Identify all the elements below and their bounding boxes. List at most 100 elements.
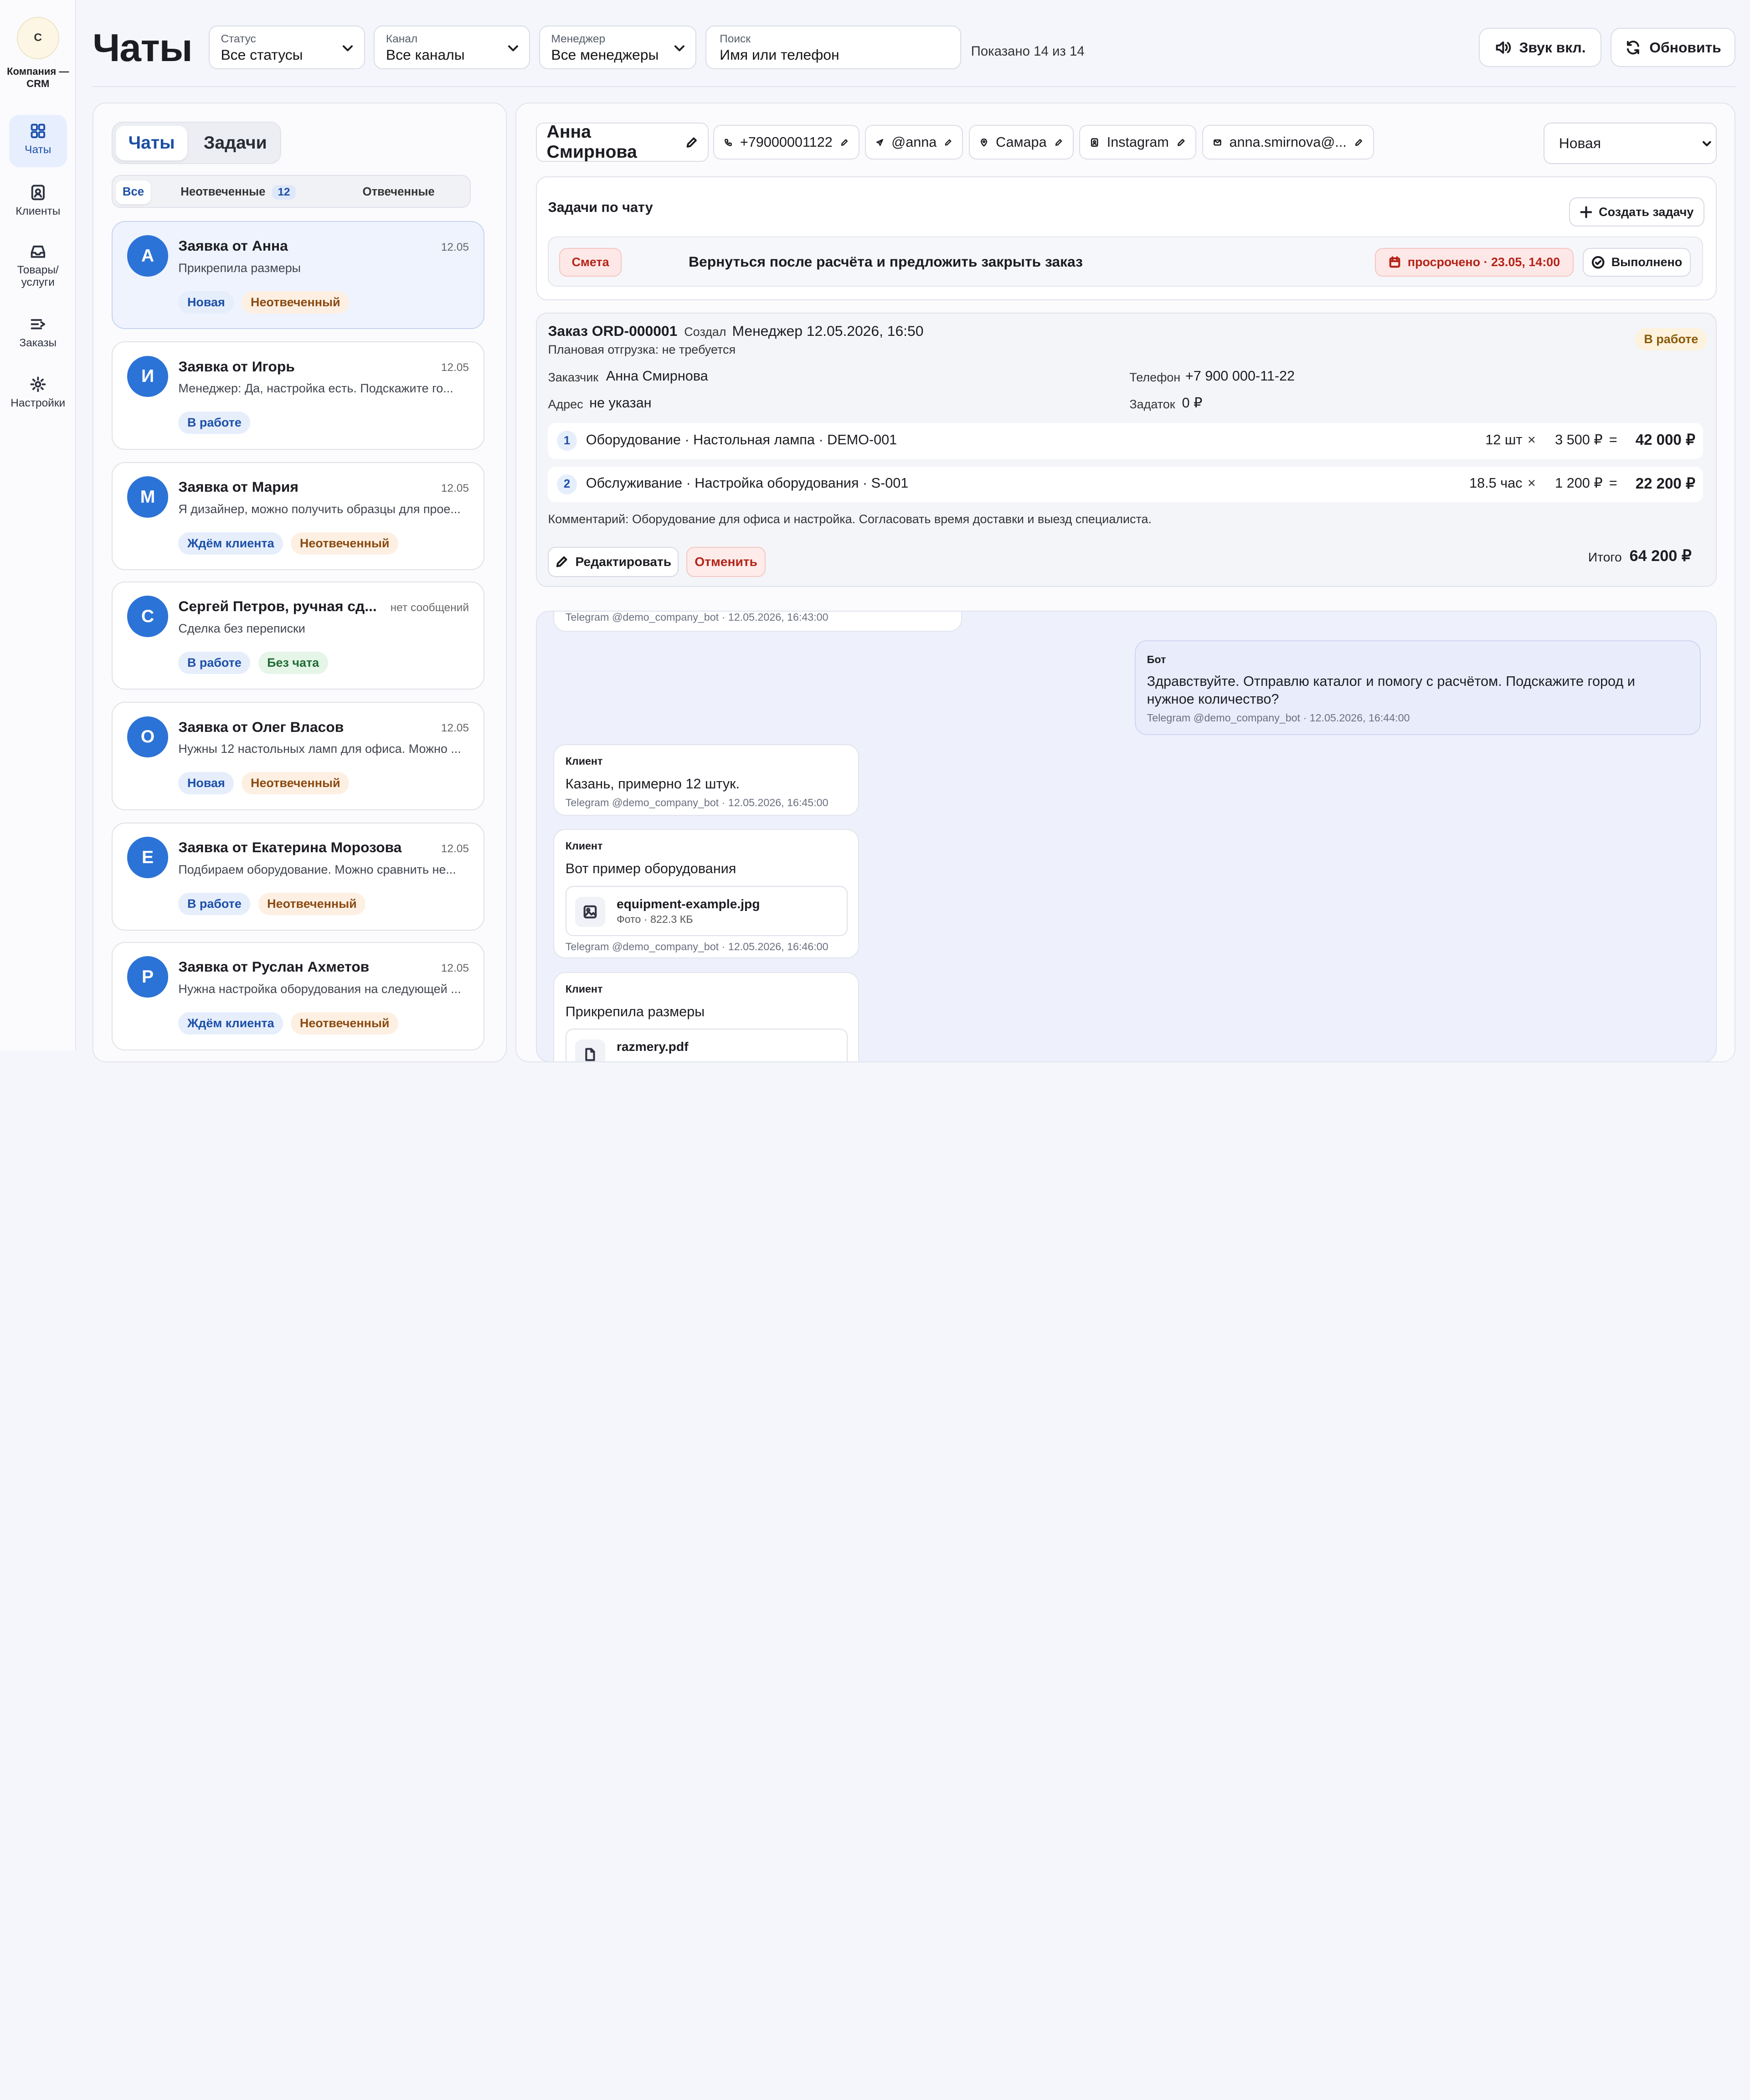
status-filter[interactable]: Статус Все статусы (208, 26, 365, 69)
tab-tasks[interactable]: Задачи (193, 126, 278, 160)
item-number: 2 (557, 474, 577, 494)
channel-value: Instagram (1107, 134, 1169, 150)
check-circle-icon (1591, 256, 1605, 269)
order-comment: Комментарий: Оборудование для офиса и на… (548, 512, 1152, 526)
telegram-field[interactable]: @anna (865, 125, 963, 160)
unanswered-count-badge: 12 (272, 185, 296, 200)
task-category-badge: Смета (559, 247, 622, 277)
document-file-icon (575, 1040, 606, 1062)
nav-item-settings[interactable]: Настройки (9, 368, 67, 417)
deal-status-select[interactable]: Новая (1543, 123, 1717, 164)
pencil-icon[interactable] (840, 136, 849, 149)
nav-item-clients[interactable]: Клиенты (9, 176, 67, 226)
no-chat-badge: Без чата (258, 651, 328, 674)
chat-preview: Сделка без переписки (178, 621, 305, 635)
tab-chats[interactable]: Чаты (116, 126, 187, 161)
phone-label: Телефон (1129, 371, 1181, 385)
message-thread[interactable]: Telegram @demo_company_bot · 12.05.2026,… (535, 610, 1717, 1063)
company-name: Компания — CRM (7, 66, 69, 90)
chat-card[interactable]: А Заявка от Анна 12.05 Прикрепила размер… (111, 221, 484, 329)
email-field[interactable]: anna.smirnova@... (1202, 125, 1374, 160)
chat-date: 12.05 (441, 482, 469, 494)
filter-all[interactable]: Все (116, 180, 151, 204)
channel-filter[interactable]: Канал Все каналы (374, 26, 530, 69)
filter-value: Все статусы (221, 46, 303, 63)
item-price: 1 200 ₽ (1555, 475, 1603, 491)
avatar: С (127, 596, 169, 637)
nav-label: Клиенты (15, 205, 61, 217)
order-status-badge: В работе (1635, 328, 1707, 350)
chat-name: Заявка от Игорь (178, 358, 295, 375)
pencil-icon[interactable] (1354, 136, 1363, 149)
avatar: М (127, 476, 169, 518)
message-bubble: Telegram @demo_company_bot · 12.05.2026,… (553, 611, 962, 632)
file-attachment[interactable]: equipment-example.jpg Фото · 822.3 КБ (565, 885, 848, 936)
avatar: О (127, 716, 169, 758)
pencil-icon[interactable] (685, 136, 698, 149)
chat-date: 12.05 (441, 241, 469, 253)
chat-date: 12.05 (441, 962, 469, 974)
refresh-button[interactable]: Обновить (1610, 28, 1736, 67)
chat-date: 12.05 (441, 361, 469, 374)
chat-date: 12.05 (441, 842, 469, 855)
chat-card[interactable]: Е Заявка от Екатерина Морозова 12.05 Под… (111, 822, 484, 931)
nav-item-products[interactable]: Товары/ услуги (9, 236, 67, 296)
message-meta: Telegram @demo_company_bot · 12.05.2026,… (1147, 711, 1410, 724)
create-task-button[interactable]: Создать задачу (1569, 197, 1704, 227)
contact-card-icon (1091, 138, 1098, 147)
manager-filter[interactable]: Менеджер Все менеджеры (539, 26, 697, 69)
total-label: Итого (1588, 550, 1622, 565)
task-text: Вернуться после расчёта и предложить зак… (689, 253, 1083, 270)
contact-icon (31, 185, 45, 201)
button-label: Выполнено (1611, 255, 1683, 269)
item-qty: 12 шт (1485, 432, 1523, 448)
chat-card[interactable]: Р Заявка от Руслан Ахметов 12.05 Нужна н… (111, 942, 484, 1050)
cancel-order-button[interactable]: Отменить (686, 547, 766, 577)
task-done-button[interactable]: Выполнено (1582, 247, 1691, 277)
chat-card[interactable]: И Заявка от Игорь 12.05 Менеджер: Да, на… (111, 341, 484, 450)
phone-field[interactable]: +79000001122 (713, 125, 860, 160)
search-input[interactable]: Поиск Имя или телефон (705, 26, 961, 69)
chevron-down-icon (674, 45, 685, 51)
reply-filter-tabs: Все Неотвеченные 12 Отвеченные (111, 175, 471, 208)
message-bubble: Клиент Казань, примерно 12 штук. Telegra… (553, 744, 860, 816)
chat-preview: Подбираем оборудование. Можно сравнить н… (178, 862, 456, 876)
unanswered-badge: Неотвеченный (258, 892, 366, 915)
item-number: 1 (557, 431, 577, 451)
filter-unanswered[interactable]: Неотвеченные 12 (180, 180, 296, 204)
unanswered-badge: Неотвеченный (291, 532, 399, 555)
chat-name: Сергей Петров, ручная сд... (178, 598, 377, 615)
filter-answered[interactable]: Отвеченные (362, 180, 434, 204)
search-placeholder: Имя или телефон (720, 46, 839, 63)
unanswered-badge: Неотвеченный (242, 772, 350, 795)
shown-count: Показано 14 из 14 (971, 43, 1085, 59)
sound-toggle-button[interactable]: Звук вкл. (1478, 28, 1602, 67)
times-sign: × (1527, 475, 1536, 491)
file-attachment[interactable]: razmery.pdf (565, 1029, 848, 1062)
edit-order-button[interactable]: Редактировать (548, 547, 679, 577)
address-label: Адрес (548, 397, 583, 411)
chat-card[interactable]: О Заявка от Олег Власов 12.05 Нужны 12 н… (111, 702, 484, 810)
pencil-icon[interactable] (944, 136, 952, 149)
pencil-icon[interactable] (1055, 136, 1063, 149)
tasks-title: Задачи по чату (548, 200, 653, 216)
message-text: Здравствуйте. Отправлю каталог и помогу … (1147, 673, 1635, 707)
order-shipment: Плановая отгрузка: не требуется (548, 342, 736, 356)
chat-preview: Менеджер: Да, настройка есть. Подскажите… (178, 381, 453, 396)
channel-field[interactable]: Instagram (1079, 125, 1197, 160)
order-total: 64 200 ₽ (1629, 547, 1692, 565)
filter-label: Канал (386, 32, 418, 45)
item-price: 3 500 ₽ (1555, 432, 1603, 448)
chat-card[interactable]: С Сергей Петров, ручная сд... нет сообще… (111, 581, 484, 690)
pencil-icon (556, 556, 567, 567)
nav-item-chats[interactable]: Чаты (9, 115, 67, 168)
contact-name-field[interactable]: Анна Смирнова (535, 122, 709, 162)
pencil-icon[interactable] (1177, 136, 1185, 149)
attachment-size: Фото · 822.3 КБ (616, 913, 693, 926)
city-field[interactable]: Самара (968, 125, 1074, 160)
unanswered-badge: Неотвеченный (242, 291, 350, 314)
item-total: 42 000 ₽ (1635, 432, 1696, 449)
chat-card[interactable]: М Заявка от Мария 12.05 Я дизайнер, можн… (111, 462, 484, 571)
message-text: Казань, примерно 12 штук. (565, 776, 740, 792)
nav-item-orders[interactable]: Заказы (9, 308, 67, 357)
